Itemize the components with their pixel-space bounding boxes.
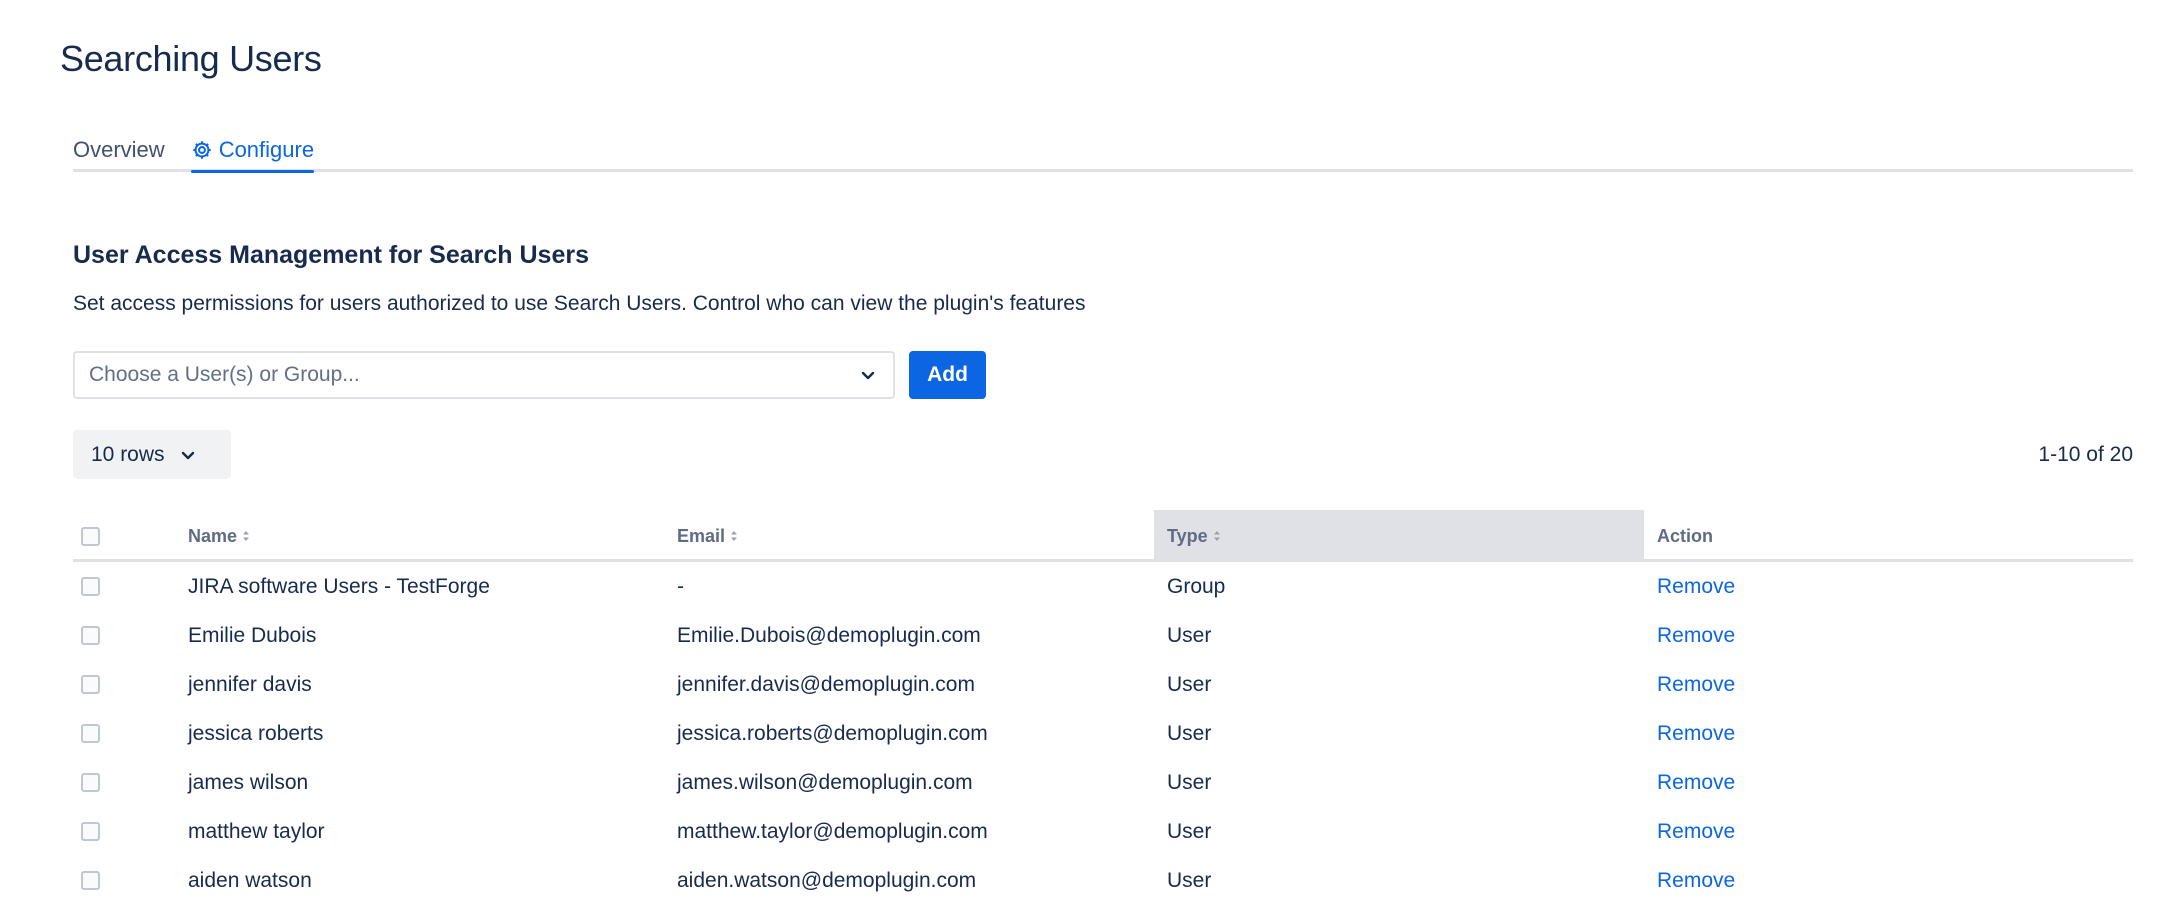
row-checkbox[interactable]	[81, 773, 100, 792]
users-table: Name Email Type Action JIRA software Use…	[73, 510, 2133, 900]
sort-icon	[241, 529, 251, 543]
row-action-cell: Remove	[1657, 562, 1735, 611]
column-header-email[interactable]: Email	[677, 510, 739, 562]
row-checkbox[interactable]	[81, 675, 100, 694]
column-header-name[interactable]: Name	[188, 510, 251, 562]
row-type: User	[1167, 672, 1212, 696]
row-select-cell	[81, 660, 100, 709]
remove-link[interactable]: Remove	[1657, 722, 1735, 746]
remove-link[interactable]: Remove	[1657, 771, 1735, 795]
row-select-cell	[81, 807, 100, 856]
row-action-cell: Remove	[1657, 807, 1735, 856]
row-email: james.wilson@demoplugin.com	[677, 770, 973, 794]
sort-icon	[729, 529, 739, 543]
tab-overview-label: Overview	[73, 137, 165, 162]
row-type: Group	[1167, 574, 1226, 598]
row-name: matthew taylor	[188, 819, 325, 843]
table-row: jessica roberts jessica.roberts@demoplug…	[73, 709, 2133, 758]
pagination-summary: 1-10 of 20	[2038, 443, 2133, 466]
row-checkbox[interactable]	[81, 577, 100, 596]
table-row: matthew taylor matthew.taylor@demoplugin…	[73, 807, 2133, 856]
row-select-cell	[81, 758, 100, 807]
row-type: User	[1167, 721, 1212, 745]
add-button[interactable]: Add	[909, 351, 986, 399]
table-row: james wilson james.wilson@demoplugin.com…	[73, 758, 2133, 807]
row-email: aiden.watson@demoplugin.com	[677, 868, 977, 892]
row-checkbox[interactable]	[81, 871, 100, 890]
table-row: jennifer davis jennifer.davis@demoplugin…	[73, 660, 2133, 709]
remove-link[interactable]: Remove	[1657, 575, 1735, 599]
remove-link[interactable]: Remove	[1657, 820, 1735, 844]
table-row: JIRA software Users - TestForge - Group …	[73, 562, 2133, 611]
column-header-type[interactable]: Type	[1154, 510, 1644, 562]
row-name: JIRA software Users - TestForge	[188, 574, 490, 598]
section-description: Set access permissions for users authori…	[73, 292, 1086, 315]
sort-icon	[1212, 529, 1222, 543]
chevron-down-icon	[179, 446, 197, 464]
chevron-down-icon	[859, 366, 877, 384]
row-name: aiden watson	[188, 868, 312, 892]
row-type: User	[1167, 819, 1212, 843]
row-action-cell: Remove	[1657, 856, 1735, 900]
row-checkbox[interactable]	[81, 822, 100, 841]
row-name: Emilie Dubois	[188, 623, 317, 647]
user-group-picker-placeholder: Choose a User(s) or Group...	[89, 363, 360, 386]
column-header-email-label: Email	[677, 525, 726, 546]
tab-overview[interactable]: Overview	[73, 130, 165, 170]
row-select-cell	[81, 709, 100, 758]
column-header-type-label: Type	[1167, 525, 1208, 546]
gear-icon	[191, 139, 213, 161]
column-header-name-label: Name	[188, 525, 238, 546]
row-type: User	[1167, 770, 1212, 794]
column-header-action-label: Action	[1657, 525, 1713, 546]
section-title: User Access Management for Search Users	[73, 241, 589, 269]
row-name: jessica roberts	[188, 721, 324, 745]
remove-link[interactable]: Remove	[1657, 624, 1735, 648]
page-title: Searching Users	[60, 38, 322, 79]
row-select-cell	[81, 562, 100, 611]
row-action-cell: Remove	[1657, 611, 1735, 660]
row-name: james wilson	[188, 770, 309, 794]
row-select-cell	[81, 856, 100, 900]
row-email: matthew.taylor@demoplugin.com	[677, 819, 988, 843]
user-group-picker[interactable]: Choose a User(s) or Group...	[73, 351, 895, 399]
column-header-action: Action	[1657, 510, 1713, 562]
row-checkbox[interactable]	[81, 724, 100, 743]
row-email: jessica.roberts@demoplugin.com	[677, 721, 988, 745]
tab-bar: Overview Configure	[73, 130, 2133, 173]
table-row: Emilie Dubois Emilie.Dubois@demoplugin.c…	[73, 611, 2133, 660]
row-action-cell: Remove	[1657, 709, 1735, 758]
row-email: jennifer.davis@demoplugin.com	[677, 672, 975, 696]
table-header: Name Email Type Action	[73, 510, 2133, 562]
row-type: User	[1167, 868, 1212, 892]
select-all-checkbox[interactable]	[81, 526, 100, 546]
row-name: jennifer davis	[188, 672, 312, 696]
table-body: JIRA software Users - TestForge - Group …	[73, 562, 2133, 900]
row-email: -	[677, 574, 684, 598]
table-row: aiden watson aiden.watson@demoplugin.com…	[73, 856, 2133, 900]
row-action-cell: Remove	[1657, 758, 1735, 807]
remove-link[interactable]: Remove	[1657, 869, 1735, 893]
row-select-cell	[81, 611, 100, 660]
tab-configure[interactable]: Configure	[190, 130, 315, 173]
remove-link[interactable]: Remove	[1657, 673, 1735, 697]
select-all-cell	[81, 510, 100, 562]
rows-per-page-label: 10 rows	[91, 442, 165, 466]
row-checkbox[interactable]	[81, 626, 100, 645]
row-email: Emilie.Dubois@demoplugin.com	[677, 623, 981, 647]
row-type: User	[1167, 623, 1212, 647]
row-action-cell: Remove	[1657, 660, 1735, 709]
tab-configure-label: Configure	[218, 137, 315, 162]
rows-per-page-select[interactable]: 10 rows	[73, 430, 231, 479]
